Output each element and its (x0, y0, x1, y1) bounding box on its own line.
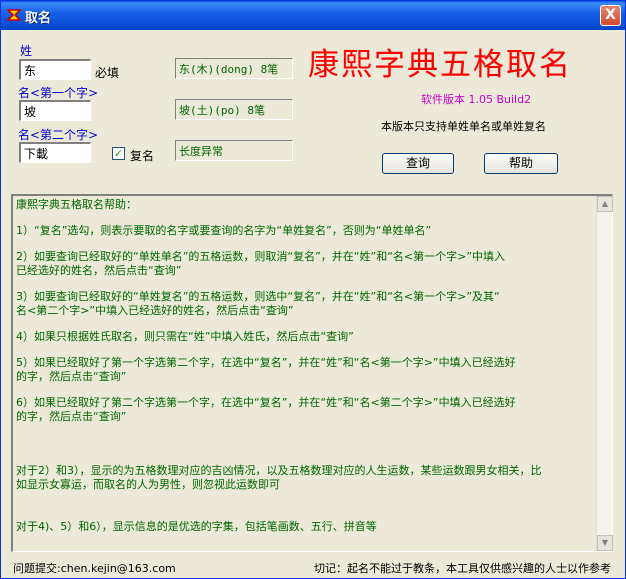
first-char-readout: 坡(土)(po) 8笔 (175, 99, 293, 120)
notice-label: 本版本只支持单姓单名或单姓复名 (381, 120, 546, 133)
query-button[interactable]: 查询 (382, 153, 454, 174)
help-item-5: 5）如果已经取好了第一个字选第二个字，在选中“复名”，并在“姓”和“名<第一个字… (16, 356, 516, 383)
version-label: 软件版本 1.05 Build2 (421, 93, 532, 106)
compound-name-label: 复名 (130, 149, 155, 163)
help-item-3: 3）如要查询已经取好的“单姓复名”的五格运数，则选中“复名”，并在“姓”和“名<… (16, 290, 500, 317)
help-item-6: 6）如果已经取好了第二个字选第一个字，在选中“复名”，并在“姓”和“名<第二个字… (16, 396, 516, 423)
second-char-readout: 长度异常 (175, 140, 293, 161)
help-textarea[interactable]: 康熙字典五格取名帮助： 1）“复名”选勾，则表示要取的名字或要查询的名字为“单姓… (11, 194, 613, 552)
first-char-input[interactable] (19, 100, 91, 121)
help-heading: 康熙字典五格取名帮助： (16, 198, 137, 211)
close-button[interactable]: X (600, 5, 621, 26)
scroll-up-icon[interactable]: ▲ (597, 196, 613, 212)
title-bar[interactable]: 取名 X (1, 1, 625, 30)
window-title: 取名 (25, 11, 52, 26)
contact-label: 问题提交:chen.kejin@163.com (13, 562, 176, 575)
required-label: 必填 (95, 66, 120, 80)
app-title: 康熙字典五格取名 (308, 47, 572, 83)
second-char-input[interactable] (19, 142, 91, 163)
help-item-2: 2）如要查询已经取好的“单姓单名”的五格运数，则取消“复名”，并在“姓”和“名<… (16, 250, 506, 277)
app-icon (6, 9, 22, 21)
help-item-4: 4）如果只根据姓氏取名，则只需在“姓”中填入姓氏，然后点击“查询” (16, 330, 354, 343)
app-window: 取名 X 姓 必填 名<第一个字> 名<第二个字> ✓ 复名 东(木)(dong… (0, 0, 626, 579)
compound-name-checkbox[interactable]: ✓ (112, 147, 125, 160)
help-content: 康熙字典五格取名帮助： 1）“复名”选勾，则表示要取的名字或要查询的名字为“单姓… (16, 198, 596, 534)
scroll-down-icon[interactable]: ▼ (597, 535, 613, 551)
help-scrollbar[interactable]: ▲ ▼ (596, 196, 613, 551)
surname-input[interactable] (19, 59, 91, 80)
help-button[interactable]: 帮助 (484, 153, 558, 174)
help-item-1: 1）“复名”选勾，则表示要取的名字或要查询的名字为“单姓复名”，否则为“单姓单名… (16, 224, 432, 237)
disclaimer-label: 切记：起名不能过于教条，本工具仅供感兴趣的人士以作参考 (314, 562, 611, 575)
help-note-1: 对于2）和3），显示的为五格数理对应的吉凶情况，以及五格数理对应的人生运数，某些… (16, 464, 542, 491)
first-char-label: 名<第一个字> (18, 86, 99, 100)
surname-label: 姓 (20, 44, 33, 58)
surname-readout: 东(木)(dong) 8笔 (175, 58, 293, 79)
help-note-2: 对于4)、5）和6），显示信息的是优选的字集，包括笔画数、五行、拼音等 (16, 520, 377, 533)
second-char-label: 名<第二个字> (18, 128, 99, 142)
